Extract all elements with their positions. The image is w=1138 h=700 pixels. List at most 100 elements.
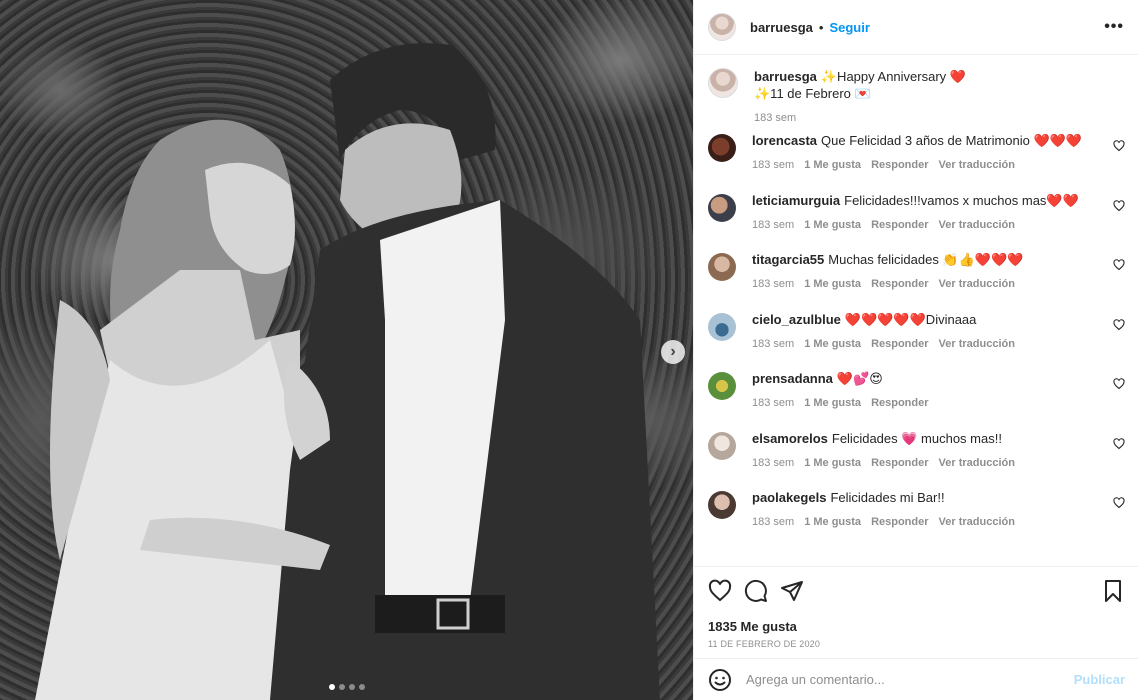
comment-text: Felicidades 💗 muchos mas!! [831,430,1002,446]
translate-button[interactable]: Ver traducción [939,455,1015,472]
comment-row: leticiamurguia Felicidades!!!vamos x much… [708,192,1125,252]
comment-row: prensadanna ❤️💕😍 183 sem 1 Me gusta Respo… [708,370,1125,430]
comment-time[interactable]: 183 sem [752,157,794,174]
commenter-avatar[interactable] [708,253,736,281]
reply-button[interactable]: Responder [871,455,928,472]
commenter-username[interactable]: paolakegels [752,490,826,505]
reply-button[interactable]: Responder [871,217,928,234]
comment-time[interactable]: 183 sem [752,217,794,234]
comment-text: ❤️❤️❤️❤️❤️Divinaaa [844,311,977,327]
comment-like-icon[interactable] [1113,497,1125,509]
caption-avatar[interactable] [708,68,738,98]
translate-button[interactable]: Ver traducción [939,276,1015,293]
comment-time[interactable]: 183 sem [752,276,794,293]
post-side-panel: barruesga • Seguir ••• barruesga ✨Happy A… [693,0,1138,700]
save-button[interactable] [1101,579,1125,603]
comment-like-icon[interactable] [1113,378,1125,390]
commenter-username[interactable]: leticiamurguia [752,193,840,208]
comment-likes[interactable]: 1 Me gusta [804,217,861,234]
commenter-avatar[interactable] [708,372,736,400]
follow-button[interactable]: Seguir [829,20,869,35]
comment-likes[interactable]: 1 Me gusta [804,336,861,353]
carousel-dot [359,684,365,690]
add-comment-bar: Publicar [694,658,1138,700]
emoji-button[interactable] [708,668,732,692]
comment-like-icon[interactable] [1113,259,1125,271]
carousel-indicator [329,684,365,690]
comment-text: ❤️💕😍 [836,371,883,386]
comment-row: titagarcia55 Muchas felicidades 👏👍❤️❤️❤️ … [708,251,1125,311]
comment-row: paolakegels Felicidades mi Bar!! 183 sem … [708,489,1125,549]
comment-button[interactable] [744,579,768,603]
caption-time[interactable]: 183 sem [754,112,796,124]
chevron-right-icon: › [670,343,676,360]
comment-time[interactable]: 183 sem [752,395,794,412]
heart-outline-icon [708,579,732,602]
comment-likes[interactable]: 1 Me gusta [804,276,861,293]
commenter-username[interactable]: cielo_azulblue [752,312,841,327]
couple-photo-illustration [35,43,660,700]
carousel-dot [339,684,345,690]
comment-text: Que Felicidad 3 años de Matrimonio ❤️❤️❤… [821,133,1083,148]
commenter-username[interactable]: titagarcia55 [752,252,824,267]
comment-like-icon[interactable] [1113,437,1125,450]
post-header: barruesga • Seguir ••• [694,0,1138,55]
comment-input[interactable] [746,672,1074,687]
like-button[interactable] [708,579,732,603]
author-username[interactable]: barruesga [750,20,813,35]
reply-button[interactable]: Responder [871,157,928,174]
translate-button[interactable]: Ver traducción [939,514,1015,531]
comment-like-icon[interactable] [1113,199,1125,212]
translate-button[interactable]: Ver traducción [939,157,1015,174]
reply-button[interactable]: Responder [871,514,928,531]
comment-text: Felicidades mi Bar!! [830,490,945,505]
comment-text: Felicidades!!!vamos x muchos mas❤️❤️ [844,192,1079,208]
more-options-icon[interactable]: ••• [1104,18,1124,36]
reply-button[interactable]: Responder [871,276,928,293]
comment-likes[interactable]: 1 Me gusta [804,395,861,412]
comment-time[interactable]: 183 sem [752,336,794,353]
publish-button[interactable]: Publicar [1074,672,1125,687]
paper-plane-icon [781,581,803,601]
header-separator: • [818,19,824,35]
post-date: 11 DE FEBRERO DE 2020 [708,639,821,649]
speech-bubble-icon [744,579,767,602]
reply-button[interactable]: Responder [871,395,928,412]
comment-likes[interactable]: 1 Me gusta [804,157,861,174]
commenter-username[interactable]: elsamorelos [752,431,828,446]
comment-row: cielo_azulblue ❤️❤️❤️❤️❤️Divinaaa 183 sem… [708,311,1125,371]
reply-button[interactable]: Responder [871,336,928,353]
comment-row: lorencasta Que Felicidad 3 años de Matrim… [708,132,1125,192]
carousel-dot [349,684,355,690]
comments-list[interactable]: barruesga ✨Happy Anniversary ❤️ ✨11 de Fe… [694,56,1138,566]
post-photo[interactable]: › [0,0,693,700]
comment-likes[interactable]: 1 Me gusta [804,514,861,531]
share-button[interactable] [780,579,804,603]
comment-like-icon[interactable] [1113,140,1125,152]
commenter-avatar[interactable] [708,312,736,341]
caption-line1: ✨Happy Anniversary ❤️ [820,69,966,84]
caption-line2: ✨11 de Febrero 💌 [754,86,871,101]
commenter-username[interactable]: prensadanna [752,371,833,386]
bookmark-icon [1105,580,1121,602]
carousel-dot-active [329,684,335,690]
comment-time[interactable]: 183 sem [752,514,794,531]
commenter-avatar[interactable] [708,193,736,222]
author-avatar[interactable] [708,13,736,41]
likes-count[interactable]: 1835 Me gusta [708,619,1125,634]
caption-username[interactable]: barruesga [754,69,817,84]
commenter-avatar[interactable] [708,134,736,162]
comment-text: Muchas felicidades 👏👍❤️❤️❤️ [828,252,1024,267]
translate-button[interactable]: Ver traducción [939,217,1015,234]
translate-button[interactable]: Ver traducción [939,336,1015,353]
carousel-next-button[interactable]: › [661,340,685,364]
post-actions: 1835 Me gusta 11 DE FEBRERO DE 2020 [694,566,1138,649]
commenter-avatar[interactable] [708,431,736,460]
commenter-username[interactable]: lorencasta [752,133,817,148]
comment-like-icon[interactable] [1113,318,1125,331]
commenter-avatar[interactable] [708,491,736,519]
comment-row: elsamorelos Felicidades 💗 muchos mas!! 18… [708,430,1125,490]
comment-likes[interactable]: 1 Me gusta [804,455,861,472]
smiley-icon [709,668,731,691]
comment-time[interactable]: 183 sem [752,455,794,472]
